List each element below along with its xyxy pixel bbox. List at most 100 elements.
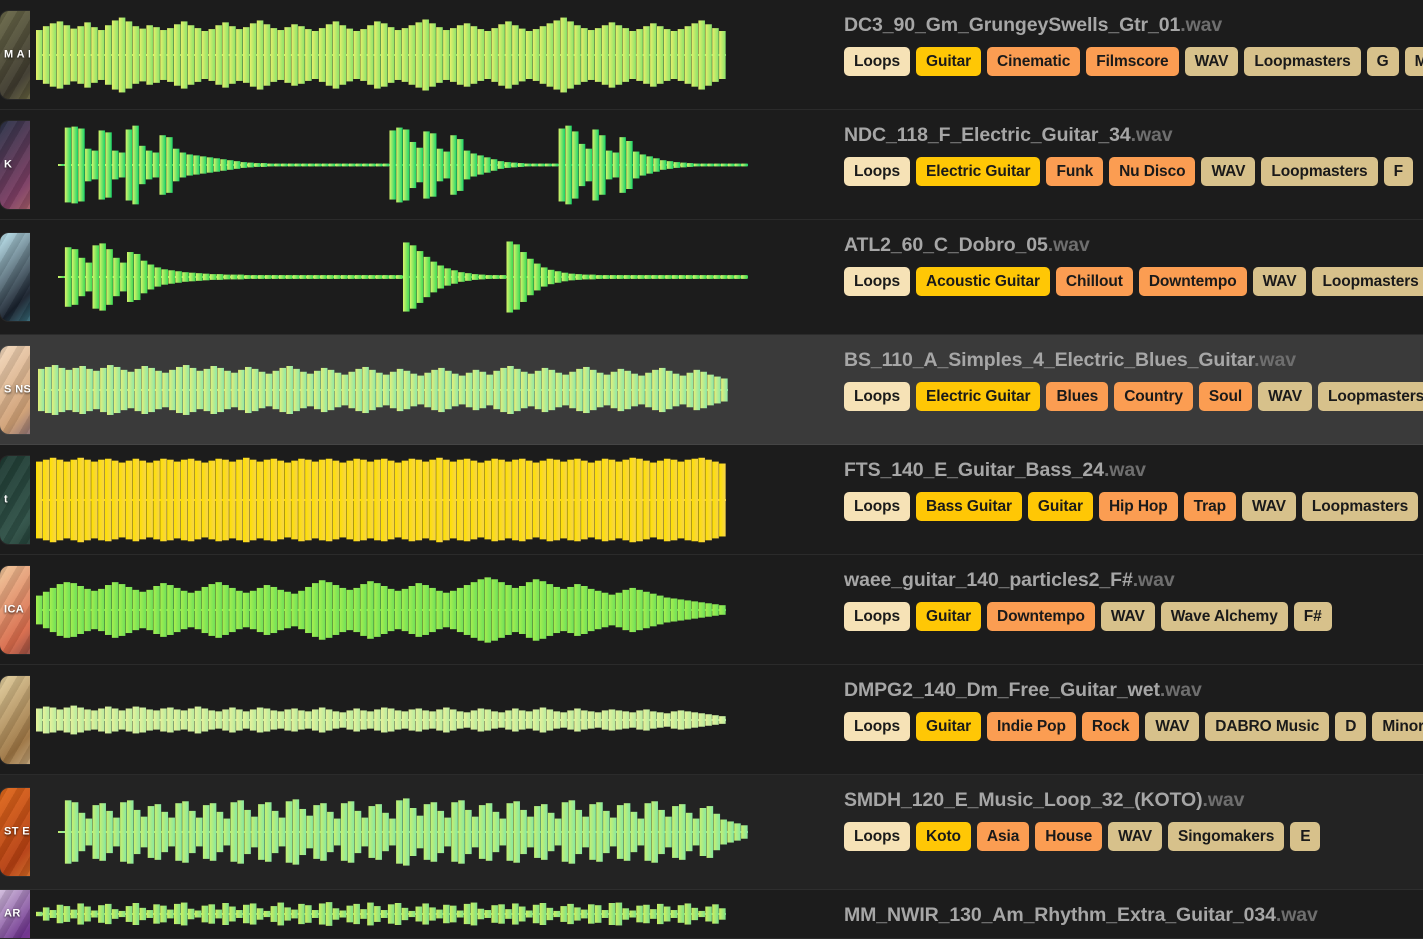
artwork-dmpg2[interactable] (0, 676, 30, 764)
waveform-canvas[interactable] (30, 562, 820, 658)
artwork-bs[interactable]: S NS (0, 346, 30, 434)
waveform-canvas[interactable] (30, 117, 820, 213)
tag-chip[interactable]: Downtempo (987, 602, 1095, 631)
waveform-preview[interactable] (30, 665, 820, 774)
sample-row[interactable]: ICA waee_guitar_140_particles2_F#.wav Loop… (0, 555, 1423, 665)
waveform-preview[interactable] (30, 110, 820, 219)
tag-chip[interactable]: Trap (1184, 492, 1236, 521)
tag-chip[interactable]: Loops (844, 822, 910, 851)
sample-row[interactable]: t FTS_140_E_Guitar_Bass_24.wav LoopsBass G… (0, 445, 1423, 555)
waveform-preview[interactable] (30, 890, 820, 938)
tag-chip[interactable]: Loopmasters (1261, 157, 1377, 186)
tag-chip[interactable]: Loops (844, 47, 910, 76)
tag-chip[interactable]: Loopmasters (1318, 382, 1423, 411)
tag-chip[interactable]: Loops (844, 157, 910, 186)
waveform-preview[interactable] (30, 775, 820, 889)
tag-chip[interactable]: WAV (1185, 47, 1239, 76)
waveform-canvas[interactable] (30, 7, 820, 103)
sample-filename[interactable]: ATL2_60_C_Dobro_05.wav (844, 234, 1423, 257)
waveform-preview[interactable] (30, 220, 820, 334)
artwork-smdh[interactable]: ST E (0, 788, 30, 876)
tag-chip[interactable]: Loopmasters (1312, 267, 1423, 296)
tag-chip[interactable]: WAV (1101, 602, 1155, 631)
tag-chip[interactable]: Koto (916, 822, 971, 851)
artwork-dc3[interactable]: M A R (0, 11, 30, 99)
tag-chip[interactable]: F (1384, 157, 1413, 186)
waveform-canvas[interactable] (30, 784, 820, 880)
tag-chip[interactable]: M (1405, 47, 1423, 76)
tag-chip[interactable]: Loops (844, 382, 910, 411)
sample-row[interactable]: AR MM_NWIR_130_Am_Rhythm_Extra_Guitar_034… (0, 890, 1423, 939)
tag-chip[interactable]: WAV (1242, 492, 1296, 521)
sample-row[interactable]: ATL2_60_C_Dobro_05.wav LoopsAcoustic Guit… (0, 220, 1423, 335)
sample-filename[interactable]: BS_110_A_Simples_4_Electric_Blues_Guitar… (844, 349, 1423, 372)
tag-chip[interactable]: Electric Guitar (916, 382, 1040, 411)
tag-chip[interactable]: Downtempo (1139, 267, 1247, 296)
waveform-canvas[interactable] (30, 229, 820, 325)
tag-chip[interactable]: Blues (1046, 382, 1108, 411)
tag-chip[interactable]: Acoustic Guitar (916, 267, 1050, 296)
tag-chip[interactable]: House (1035, 822, 1102, 851)
waveform-preview[interactable] (30, 555, 820, 664)
waveform-canvas[interactable] (30, 452, 820, 548)
sample-filename[interactable]: DMPG2_140_Dm_Free_Guitar_wet.wav (844, 679, 1423, 702)
tag-chip[interactable]: Asia (977, 822, 1029, 851)
sample-filename[interactable]: FTS_140_E_Guitar_Bass_24.wav (844, 459, 1423, 482)
sample-row[interactable]: K NDC_118_F_Electric_Guitar_34.wav LoopsEl… (0, 110, 1423, 220)
tag-chip[interactable]: Loopmasters (1244, 47, 1360, 76)
waveform-canvas[interactable] (30, 342, 820, 438)
tag-chip[interactable]: Chillout (1056, 267, 1133, 296)
sample-row[interactable]: M A R DC3_90_Gm_GrungeySwells_Gtr_01.wav L… (0, 0, 1423, 110)
tag-chip[interactable]: Bass Guitar (916, 492, 1022, 521)
tag-chip[interactable]: F# (1294, 602, 1332, 631)
tag-chip[interactable]: Singomakers (1168, 822, 1284, 851)
tag-chip[interactable]: Nu Disco (1109, 157, 1195, 186)
sample-filename[interactable]: DC3_90_Gm_GrungeySwells_Gtr_01.wav (844, 14, 1423, 37)
tag-chip[interactable]: WAV (1258, 382, 1312, 411)
tag-chip[interactable]: Cinematic (987, 47, 1080, 76)
tag-chip[interactable]: D (1335, 712, 1366, 741)
tag-chip[interactable]: Guitar (1028, 492, 1093, 521)
waveform-canvas[interactable] (30, 672, 820, 768)
sample-browser-list[interactable]: M A R DC3_90_Gm_GrungeySwells_Gtr_01.wav L… (0, 0, 1423, 939)
artwork-atl2[interactable] (0, 233, 30, 321)
artwork-waee[interactable]: ICA (0, 566, 30, 654)
tag-chip[interactable]: Funk (1046, 157, 1103, 186)
sample-row[interactable]: ST E SMDH_120_E_Music_Loop_32_(KOTO).wav L… (0, 775, 1423, 890)
tag-chip[interactable]: Loops (844, 712, 910, 741)
artwork-ndc[interactable]: K (0, 121, 30, 209)
waveform-preview[interactable] (30, 0, 820, 109)
tag-chip[interactable]: Electric Guitar (916, 157, 1040, 186)
tag-chip[interactable]: Minor (1372, 712, 1423, 741)
sample-row[interactable]: S NS BS_110_A_Simples_4_Electric_Blues_Gu… (0, 335, 1423, 445)
tag-chip[interactable]: Loopmasters (1302, 492, 1418, 521)
sample-filename[interactable]: MM_NWIR_130_Am_Rhythm_Extra_Guitar_034.w… (844, 904, 1423, 927)
tag-chip[interactable]: WAV (1201, 157, 1255, 186)
artwork-mm-nwir[interactable]: AR (0, 890, 30, 938)
tag-chip[interactable]: Loops (844, 267, 910, 296)
tag-chip[interactable]: Loops (844, 492, 910, 521)
tag-chip[interactable]: Rock (1082, 712, 1140, 741)
tag-chip[interactable]: G (1367, 47, 1399, 76)
tag-chip[interactable]: WAV (1108, 822, 1162, 851)
tag-chip[interactable]: Soul (1199, 382, 1252, 411)
tag-chip[interactable]: E (1290, 822, 1320, 851)
tag-chip[interactable]: WAV (1253, 267, 1307, 296)
tag-chip[interactable]: WAV (1145, 712, 1199, 741)
artwork-fts[interactable]: t (0, 456, 30, 544)
tag-chip[interactable]: DABRO Music (1205, 712, 1329, 741)
tag-chip[interactable]: Indie Pop (987, 712, 1076, 741)
tag-chip[interactable]: Filmscore (1086, 47, 1178, 76)
sample-row[interactable]: DMPG2_140_Dm_Free_Guitar_wet.wav LoopsGui… (0, 665, 1423, 775)
tag-chip[interactable]: Guitar (916, 47, 981, 76)
sample-filename[interactable]: NDC_118_F_Electric_Guitar_34.wav (844, 124, 1423, 147)
tag-chip[interactable]: Hip Hop (1099, 492, 1178, 521)
sample-filename[interactable]: waee_guitar_140_particles2_F#.wav (844, 569, 1423, 592)
tag-chip[interactable]: Country (1114, 382, 1193, 411)
tag-chip[interactable]: Guitar (916, 712, 981, 741)
sample-filename[interactable]: SMDH_120_E_Music_Loop_32_(KOTO).wav (844, 789, 1423, 812)
tag-chip[interactable]: Guitar (916, 602, 981, 631)
tag-chip[interactable]: Wave Alchemy (1161, 602, 1288, 631)
tag-chip[interactable]: Loops (844, 602, 910, 631)
waveform-preview[interactable] (30, 445, 820, 554)
